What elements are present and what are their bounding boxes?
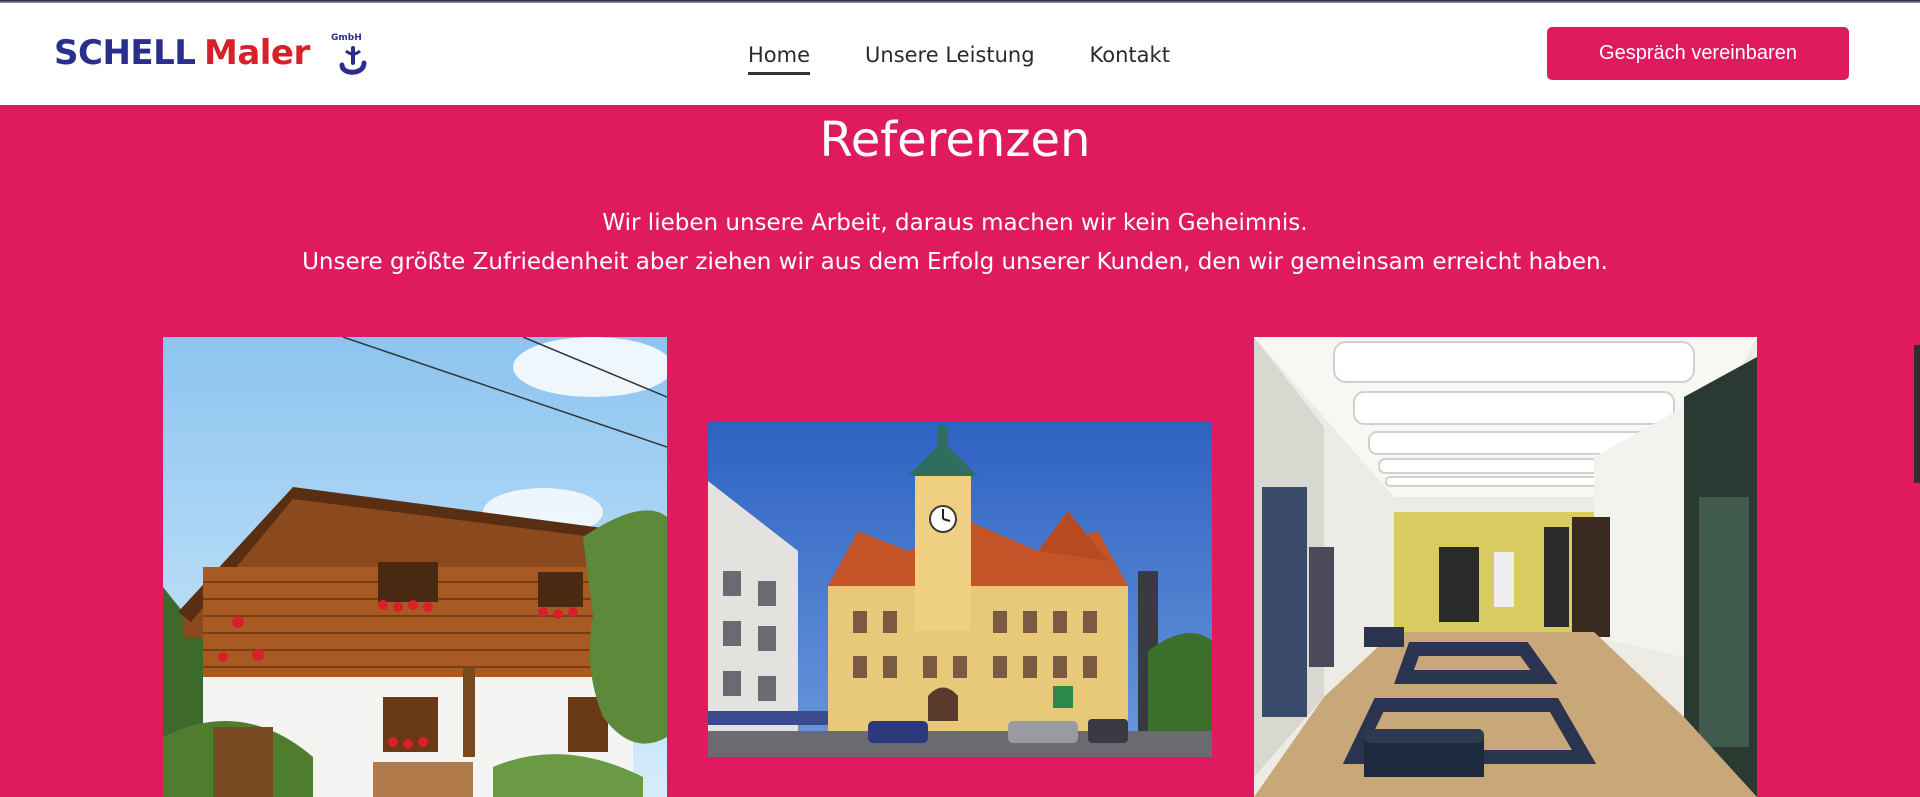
town-hall-photo[interactable] xyxy=(708,421,1212,757)
hallway-photo[interactable] xyxy=(1254,337,1757,797)
book-meeting-button[interactable]: Gespräch vereinbaren xyxy=(1547,27,1849,80)
house-photo[interactable] xyxy=(163,337,667,797)
site-header: SCHELL Maler GmbH Home Unsere Leistung K… xyxy=(0,3,1920,105)
nav-item-kontakt[interactable]: Kontakt xyxy=(1090,41,1170,75)
main-nav: Home Unsere Leistung Kontakt xyxy=(748,41,1170,75)
scrollbar-thumb[interactable] xyxy=(1914,345,1920,483)
logo[interactable]: SCHELL Maler GmbH xyxy=(54,31,367,79)
section-intro-line2: Unsere größte Zufriedenheit aber ziehen … xyxy=(302,249,1608,275)
logo-mark-icon xyxy=(339,46,367,75)
section-title: Referenzen xyxy=(819,112,1091,168)
nav-item-home[interactable]: Home xyxy=(748,41,811,75)
nav-item-unsere-leistung[interactable]: Unsere Leistung xyxy=(865,41,1035,75)
logo-suffix: GmbH xyxy=(331,33,362,43)
logo-text-part1: SCHELL xyxy=(54,33,196,73)
logo-text-part2: Maler xyxy=(204,33,310,73)
section-intro-line1: Wir lieben unsere Arbeit, daraus machen … xyxy=(602,210,1308,236)
